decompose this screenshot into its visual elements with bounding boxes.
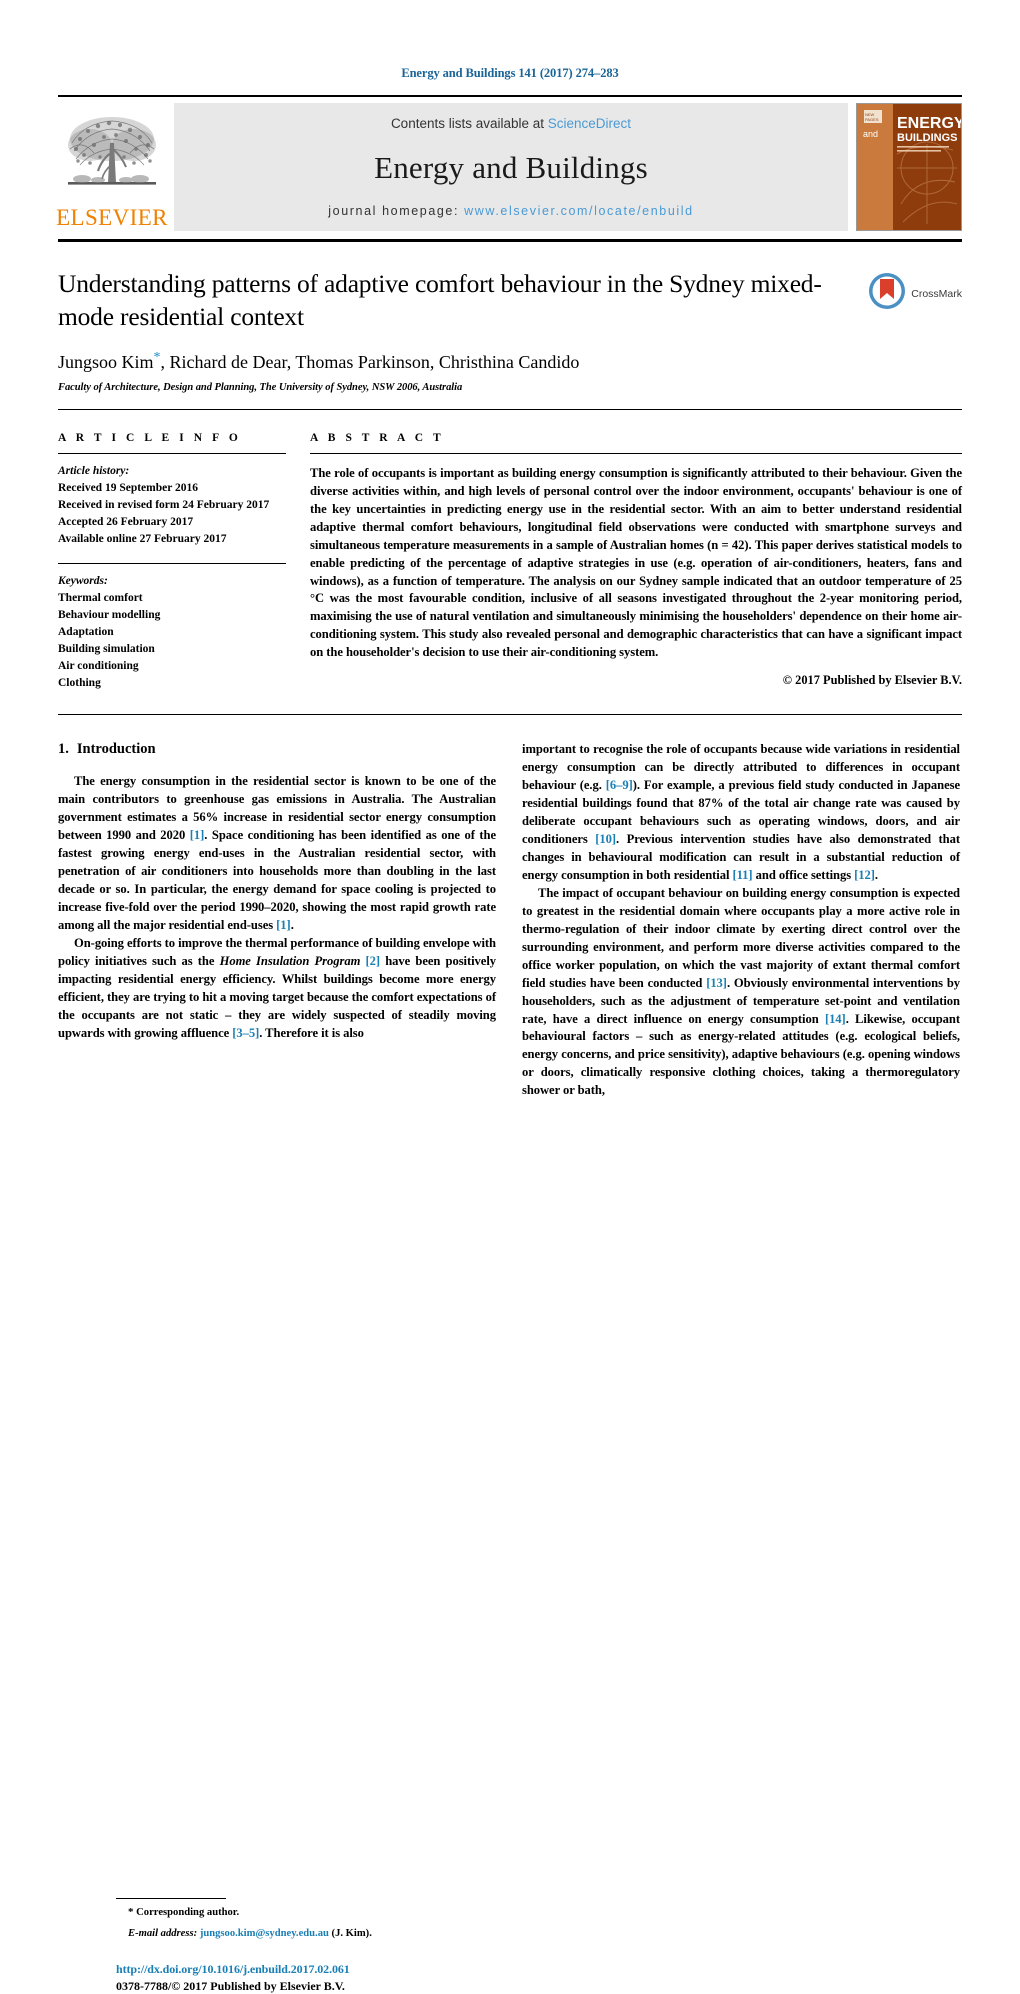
history-item: Accepted 26 February 2017 bbox=[58, 516, 194, 529]
body-column-right: important to recognise the role of occup… bbox=[522, 741, 960, 1100]
svg-text:PAGES: PAGES bbox=[865, 117, 879, 122]
abstract-bottom-rule bbox=[58, 714, 962, 716]
crossmark-icon bbox=[868, 272, 906, 315]
citation-ref[interactable]: [6–9] bbox=[606, 778, 633, 792]
footnote-marker: * bbox=[128, 1906, 134, 1919]
corresponding-author-note: * Corresponding author. bbox=[116, 1904, 554, 1921]
citation-ref[interactable]: [3–5] bbox=[232, 1026, 259, 1040]
abstract-heading: A B S T R A C T bbox=[310, 432, 445, 445]
cover-artwork: NEW PAGES ENERGY BUILDINGS and bbox=[857, 104, 961, 230]
author-first: Jungsoo Kim bbox=[58, 352, 154, 373]
doi-block: http://dx.doi.org/10.1016/j.enbuild.2017… bbox=[116, 1962, 554, 1994]
corresponding-author-marker[interactable]: * bbox=[154, 350, 161, 365]
email-label: E-mail address: bbox=[128, 1928, 198, 1940]
citation-ref[interactable]: [1] bbox=[276, 918, 291, 932]
doi-link[interactable]: http://dx.doi.org/10.1016/j.enbuild.2017… bbox=[116, 1962, 554, 1977]
body-columns: 1. Introduction The energy consumption in… bbox=[58, 741, 962, 1993]
citation-ref[interactable]: [10] bbox=[595, 832, 616, 846]
homepage-prefix: journal homepage: bbox=[328, 204, 465, 218]
keywords-label: Keywords: bbox=[58, 575, 108, 588]
citation-ref[interactable]: [13] bbox=[706, 976, 727, 990]
section-number: 1. bbox=[58, 741, 69, 758]
abstract-rule bbox=[310, 453, 962, 455]
title-bottom-rule bbox=[58, 409, 962, 411]
email-suffix: (J. Kim). bbox=[331, 1928, 372, 1940]
email-note: E-mail address: jungsoo.kim@sydney.edu.a… bbox=[116, 1926, 554, 1942]
article-history-group: Article history: Received 19 September 2… bbox=[58, 463, 286, 548]
masthead-center-panel: Contents lists available at ScienceDirec… bbox=[174, 103, 848, 231]
running-head: Energy and Buildings 141 (2017) 274–283 bbox=[401, 66, 619, 80]
journal-masthead: ELSEVIER Contents lists available at Sci… bbox=[56, 103, 962, 231]
elsevier-logo: ELSEVIER bbox=[56, 103, 168, 231]
elsevier-tree-icon bbox=[64, 109, 160, 205]
crossmark-badge[interactable]: CrossMark bbox=[868, 272, 962, 315]
history-item: Available online 27 February 2017 bbox=[58, 533, 227, 546]
page-title: Understanding patterns of adaptive comfo… bbox=[58, 269, 822, 331]
footnote-block: * Corresponding author. E-mail address: … bbox=[116, 1898, 554, 1942]
journal-homepage-line: journal homepage: www.elsevier.com/locat… bbox=[328, 204, 693, 218]
body-column-left: 1. Introduction The energy consumption in… bbox=[58, 741, 497, 1993]
article-history-label: Article history: bbox=[58, 465, 130, 478]
contents-prefix: Contents lists available at bbox=[390, 116, 548, 131]
history-item: Received in revised form 24 February 201… bbox=[58, 499, 270, 512]
title-block: Understanding patterns of adaptive comfo… bbox=[58, 268, 962, 393]
abstract-copyright: © 2017 Published by Elsevier B.V. bbox=[782, 672, 962, 687]
email-link[interactable]: jungsoo.kim@sydney.edu.au bbox=[200, 1928, 329, 1939]
keyword-item: Adaptation bbox=[58, 626, 114, 639]
paragraph: important to recognise the role of occup… bbox=[522, 742, 960, 882]
section-label: Introduction bbox=[76, 741, 156, 758]
abstract-text: The role of occupants is important as bu… bbox=[310, 466, 962, 659]
paragraph: The impact of occupant behaviour on buil… bbox=[522, 885, 961, 1098]
citation-ref[interactable]: [2] bbox=[366, 954, 381, 968]
issn-copyright: 0378-7788/© 2017 Published by Elsevier B… bbox=[116, 1979, 345, 1994]
emphasis: Home Insulation Program bbox=[219, 953, 361, 968]
crossmark-label: CrossMark bbox=[911, 287, 962, 300]
keyword-item: Air conditioning bbox=[58, 660, 139, 673]
journal-title: Energy and Buildings bbox=[374, 149, 648, 185]
keyword-item: Thermal comfort bbox=[58, 592, 143, 605]
masthead-bottom-rule bbox=[58, 239, 962, 242]
corresponding-author-text: Corresponding author. bbox=[136, 1907, 240, 1919]
citation-ref[interactable]: [1] bbox=[190, 828, 205, 842]
journal-cover-thumbnail: NEW PAGES ENERGY BUILDINGS and bbox=[856, 103, 962, 231]
keyword-item: Behaviour modelling bbox=[58, 609, 161, 622]
sciencedirect-link[interactable]: ScienceDirect bbox=[548, 116, 631, 131]
keyword-item: Clothing bbox=[58, 677, 101, 690]
paragraph: The energy consumption in the residentia… bbox=[58, 774, 496, 932]
paragraph: On-going efforts to improve the thermal … bbox=[58, 935, 497, 1040]
author-affiliation: Faculty of Architecture, Design and Plan… bbox=[58, 382, 463, 394]
svg-text:and: and bbox=[863, 129, 878, 139]
info-abstract-region: A R T I C L E I N F O Article history: R… bbox=[58, 432, 962, 692]
svg-text:ENERGY: ENERGY bbox=[897, 115, 961, 132]
svg-text:BUILDINGS: BUILDINGS bbox=[897, 132, 958, 144]
keywords-group: Keywords: Thermal comfort Behaviour mode… bbox=[58, 573, 286, 692]
section-title-introduction: 1. Introduction bbox=[58, 741, 496, 758]
keywords-rule bbox=[58, 563, 286, 565]
keyword-item: Building simulation bbox=[58, 643, 155, 656]
author-rest: , Richard de Dear, Thomas Parkinson, Chr… bbox=[160, 352, 580, 373]
citation-ref[interactable]: [11] bbox=[733, 868, 753, 882]
elsevier-wordmark: ELSEVIER bbox=[56, 205, 168, 230]
homepage-url-link[interactable]: www.elsevier.com/locate/enbuild bbox=[464, 204, 694, 218]
citation-ref[interactable]: [12] bbox=[854, 868, 875, 882]
contents-lists-line: Contents lists available at ScienceDirec… bbox=[391, 116, 631, 131]
history-item: Received 19 September 2016 bbox=[58, 482, 198, 495]
masthead-top-rule bbox=[58, 95, 962, 97]
article-info-column: A R T I C L E I N F O Article history: R… bbox=[58, 432, 310, 692]
author-list: Jungsoo Kim*, Richard de Dear, Thomas Pa… bbox=[58, 350, 962, 373]
footnote-rule bbox=[116, 1898, 226, 1900]
article-info-rule bbox=[58, 453, 286, 455]
article-info-heading: A R T I C L E I N F O bbox=[58, 432, 242, 445]
citation-ref[interactable]: [14] bbox=[825, 1012, 846, 1026]
journal-article-page: Energy and Buildings 141 (2017) 274–283 bbox=[0, 66, 1020, 1993]
abstract-column: A B S T R A C T The role of occupants is… bbox=[310, 432, 962, 692]
